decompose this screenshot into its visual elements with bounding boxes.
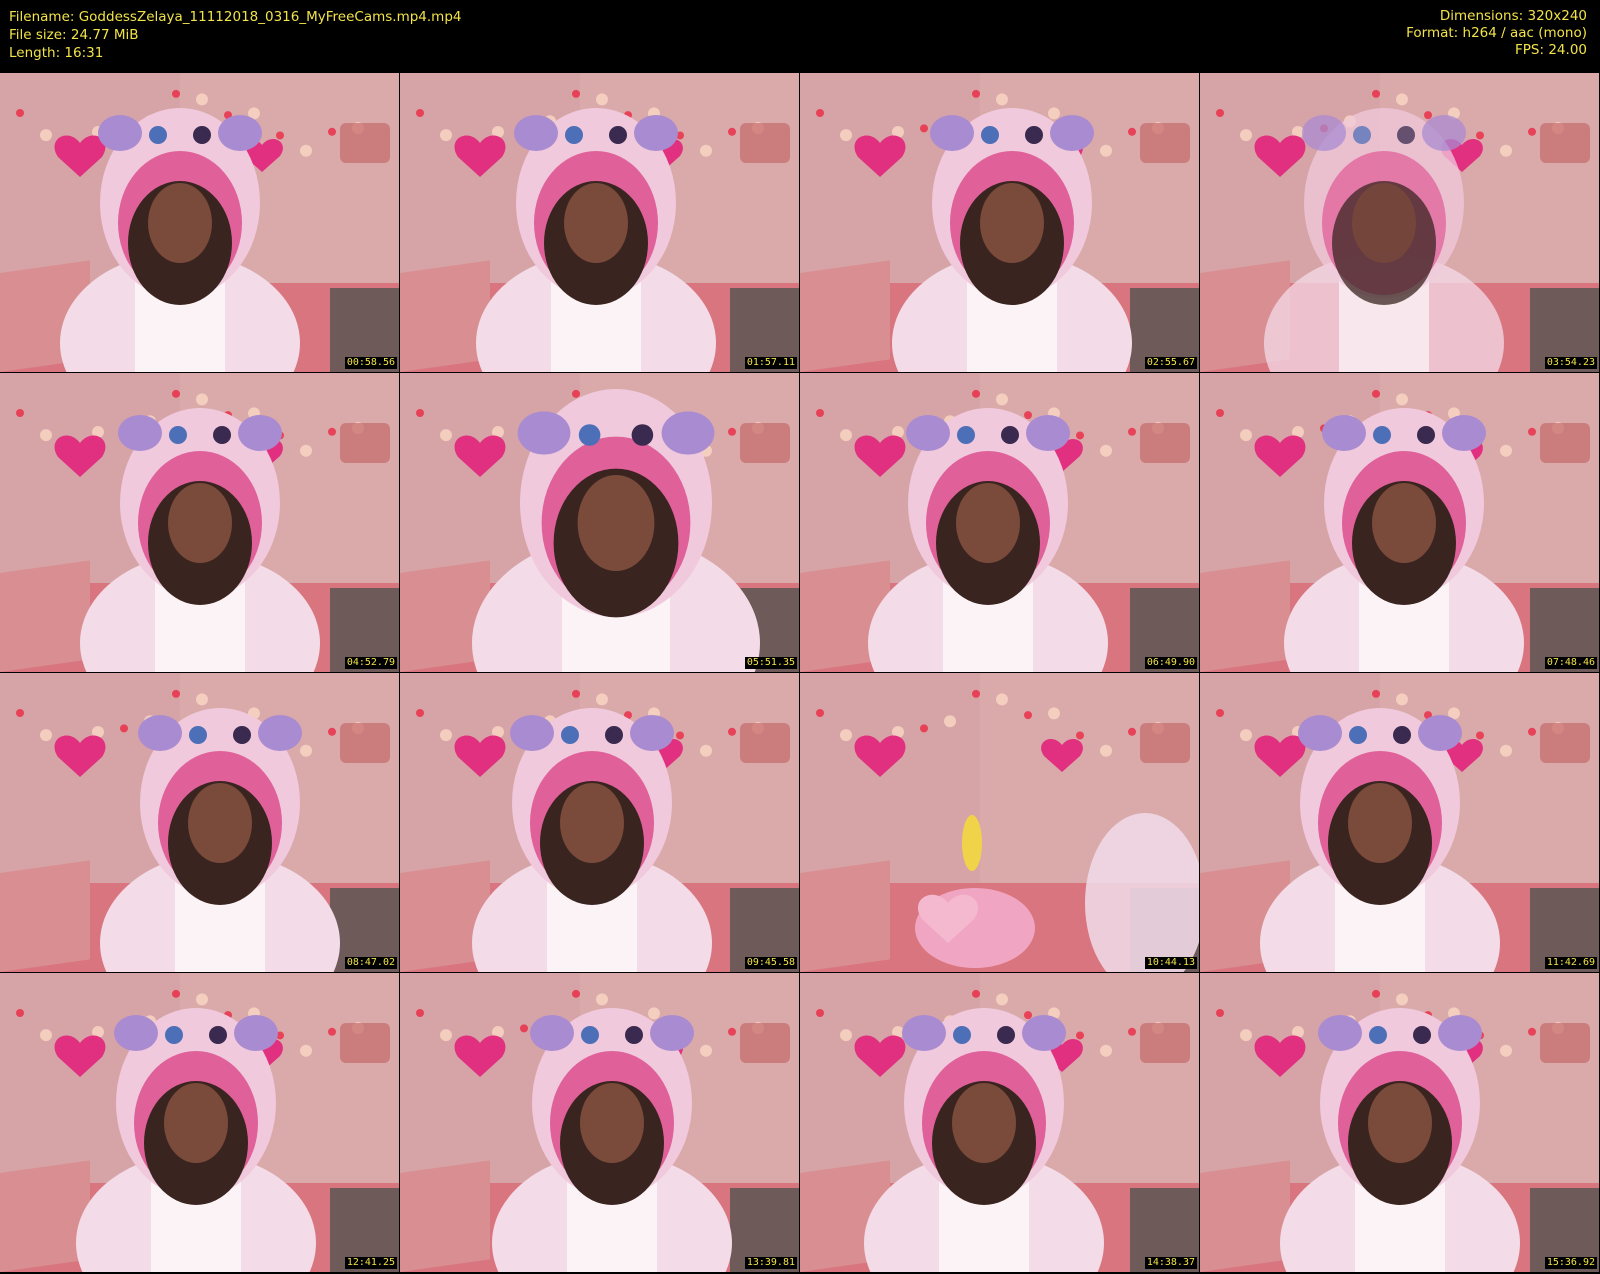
frame-image [0,373,399,672]
frame-timestamp: 12:41.25 [344,1257,397,1269]
frame-image [400,373,799,672]
frame-image [1200,373,1599,672]
thumbnail-frame: 02:55.67 [800,73,1199,372]
fps-text: FPS: 24.00 [1515,42,1587,58]
frame-image [1200,973,1599,1272]
thumbnail-frame: 09:45.58 [400,673,799,972]
thumbnail-frame: 00:58.56 [0,73,399,372]
frame-timestamp: 08:47.02 [344,957,397,969]
info-header: Filename: GoddessZelaya_11112018_0316_My… [0,0,1600,72]
thumbnail-frame: 11:42.69 [1200,673,1599,972]
frame-timestamp: 09:45.58 [744,957,797,969]
length-text: Length: 16:31 [9,45,104,61]
thumbnail-frame: 14:38.37 [800,973,1199,1272]
thumbnail-frame: 15:36.92 [1200,973,1599,1272]
frame-timestamp: 13:39.81 [744,1257,797,1269]
frame-timestamp: 06:49.90 [1144,657,1197,669]
frame-image [0,973,399,1272]
frame-image [800,673,1199,972]
frame-timestamp: 15:36.92 [1544,1257,1597,1269]
thumbnail-frame: 06:49.90 [800,373,1199,672]
frame-image [0,673,399,972]
thumbnail-frame: 08:47.02 [0,673,399,972]
frame-timestamp: 10:44.13 [1144,957,1197,969]
frame-image [0,73,399,372]
thumbnail-frame: 03:54.23 [1200,73,1599,372]
thumbnail-grid: 00:58.56 01:57.11 02:55.67 03:54.23 04:52.79… [0,73,1600,1273]
thumbnail-frame: 01:57.11 [400,73,799,372]
frame-image [1200,673,1599,972]
thumbnail-frame: 04:52.79 [0,373,399,672]
thumbnail-frame: 12:41.25 [0,973,399,1272]
format-text: Format: h264 / aac (mono) [1406,25,1587,41]
frame-image [400,673,799,972]
thumbnail-frame: 10:44.13 [800,673,1199,972]
frame-timestamp: 05:51.35 [744,657,797,669]
filesize-text: File size: 24.77 MiB [9,27,139,43]
frame-timestamp: 03:54.23 [1544,357,1597,369]
file-info: Filename: GoddessZelaya_11112018_0316_My… [9,8,461,62]
dimensions-text: Dimensions: 320x240 [1439,8,1587,24]
filename-text: Filename: GoddessZelaya_11112018_0316_My… [9,9,462,25]
frame-timestamp: 14:38.37 [1144,1257,1197,1269]
stream-info: Dimensions: 320x240 Format: h264 / aac (… [1406,8,1587,59]
thumbnail-frame: 07:48.46 [1200,373,1599,672]
frame-timestamp: 07:48.46 [1544,657,1597,669]
frame-image [800,973,1199,1272]
frame-image [1200,73,1599,372]
frame-image [400,73,799,372]
thumbnail-frame: 05:51.35 [400,373,799,672]
frame-image [800,73,1199,372]
thumbnail-frame: 13:39.81 [400,973,799,1272]
frame-image [800,373,1199,672]
frame-timestamp: 11:42.69 [1544,957,1597,969]
frame-timestamp: 00:58.56 [344,357,397,369]
frame-timestamp: 01:57.11 [744,357,797,369]
frame-image [400,973,799,1272]
frame-timestamp: 02:55.67 [1144,357,1197,369]
frame-timestamp: 04:52.79 [344,657,397,669]
